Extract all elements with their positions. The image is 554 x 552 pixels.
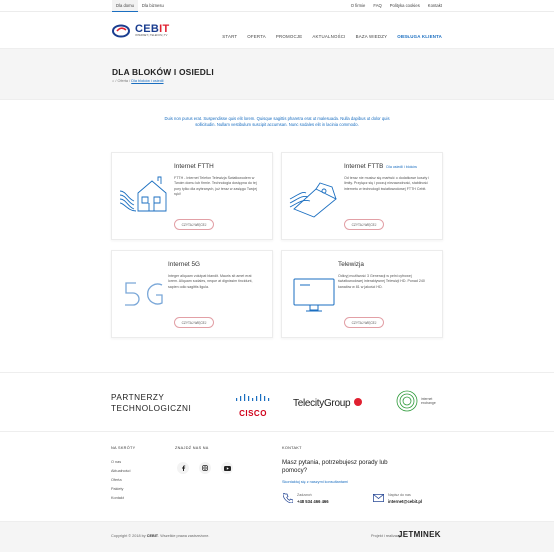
page-hero: DLA BLOKÓW I OSIEDLI ⌂ / Oferta / Dla bl… xyxy=(0,48,554,100)
intro-text: Duis non purus erat. Suspendisse quis el… xyxy=(164,116,390,127)
telecity-logo[interactable]: TelecityGroup xyxy=(293,398,362,409)
copy-suffix: . Wszelkie prawa zastrzeżone. xyxy=(158,534,210,538)
5g-icon xyxy=(125,282,163,306)
main-nav: START OFERTA PROMOCJE AKTUALNOŚCI BAZA W… xyxy=(222,34,442,39)
call-label: Zadzwoń xyxy=(297,493,312,497)
card-description: Odkryj możliwość 3 Generacji w pełni cyf… xyxy=(338,274,425,289)
read-more-button[interactable]: CZYTAJ WIĘCEJ xyxy=(344,317,384,328)
nav-oferta[interactable]: OFERTA xyxy=(247,34,266,39)
breadcrumb: ⌂ / Oferta / Dla bloków i osiedli xyxy=(112,79,164,83)
cisco-logo[interactable]: CISCO xyxy=(234,391,272,418)
link-o-firmie[interactable]: O firmie xyxy=(351,0,366,12)
offer-card-ftth: Internet FTTH FTTH - Internet Telefon Te… xyxy=(111,152,273,240)
breadcrumb-sep: / xyxy=(129,79,131,83)
nav-baza-wiedzy[interactable]: BAZA WIEDZY xyxy=(356,34,388,39)
offer-card-telewizja: Telewizja Odkryj możliwość 3 Generacji w… xyxy=(281,250,443,338)
instagram-icon xyxy=(202,465,208,471)
breadcrumb-current[interactable]: Dla bloków i osiedli xyxy=(131,79,163,83)
phone-number[interactable]: +48 534 466 466 xyxy=(297,499,329,504)
youtube-icon xyxy=(223,465,231,471)
footer-heading-contact: KONTAKT xyxy=(282,446,302,450)
breadcrumb-oferta[interactable]: Oferta xyxy=(117,79,128,83)
contact-question: Masz pytania, potrzebujesz porady lub po… xyxy=(282,459,388,474)
footer-heading-social: ZNAJDŹ NAS NA xyxy=(175,446,209,450)
nav-obsluga-klienta[interactable]: OBSŁUGA KLIENTA xyxy=(397,34,442,39)
partners-heading-line2: TECHNOLOGICZNI xyxy=(111,404,192,413)
card-title-text: Internet FTTH xyxy=(174,163,214,170)
card-subtitle: Dla osiedli i bloków xyxy=(386,165,417,169)
card-title: Internet FTTH xyxy=(174,163,214,170)
footer-link-pakiety[interactable]: Pakiety xyxy=(111,487,123,491)
offer-card-fttb: Internet FTTB Dla osiedli i bloków Od ter… xyxy=(281,152,443,240)
exchange-label: internet exchange xyxy=(421,397,436,405)
card-title: Internet 5G xyxy=(168,261,200,268)
card-description: Od teraz nie musisz się martwić o dodatk… xyxy=(344,176,430,191)
cisco-bars-icon xyxy=(236,394,270,401)
email-address[interactable]: internet@cebit.pl xyxy=(388,499,422,504)
link-kontakt[interactable]: Kontakt xyxy=(428,0,442,12)
exchange-globe-icon xyxy=(396,390,418,412)
top-bar: Dla domu Dla biznesu O firmie FAQ Polity… xyxy=(0,0,554,12)
segment-switch: Dla domu Dla biznesu xyxy=(112,0,168,12)
tab-dla-biznesu[interactable]: Dla biznesu xyxy=(138,0,168,12)
copyright-bar: Copyright © 2018 by CEBIT. Wszelkie praw… xyxy=(0,521,554,552)
footer-link-oferta[interactable]: Oferta xyxy=(111,478,122,482)
telecity-wordmark: TelecityGroup xyxy=(293,398,351,409)
instagram-button[interactable] xyxy=(199,462,211,474)
link-faq[interactable]: FAQ xyxy=(373,0,381,12)
header xyxy=(0,12,554,48)
footer-link-o-nas[interactable]: O nas xyxy=(111,460,121,464)
card-title-text: Internet FTTB xyxy=(344,163,384,170)
copy-prefix: Copyright © 2018 by xyxy=(111,534,146,538)
nav-promocje[interactable]: PROMOCJE xyxy=(276,34,302,39)
page-title: DLA BLOKÓW I OSIEDLI xyxy=(112,67,214,77)
house-fiber-icon xyxy=(119,176,167,212)
exchange-line2: exchange xyxy=(421,401,436,405)
link-polityka-cookies[interactable]: Polityka cookies xyxy=(390,0,420,12)
logo-wordmark: CEBIT xyxy=(135,24,170,35)
cisco-wordmark: CISCO xyxy=(239,409,267,418)
card-description: Integer aliquam volutpat blandit. Mauris… xyxy=(168,274,253,289)
footer xyxy=(0,431,554,521)
tab-dla-domu[interactable]: Dla domu xyxy=(112,0,138,12)
mail-label: Napisz do nas xyxy=(388,493,411,497)
nav-start[interactable]: START xyxy=(222,34,237,39)
copyright-text: Copyright © 2018 by CEBIT. Wszelkie praw… xyxy=(111,534,209,538)
footer-heading-shortcuts: NA SKRÓTY xyxy=(111,446,136,450)
read-more-button[interactable]: CZYTAJ WIĘCEJ xyxy=(174,317,214,328)
card-title-text: Telewizja xyxy=(338,261,364,268)
mail-icon xyxy=(373,494,384,502)
facebook-icon xyxy=(181,465,185,471)
card-title-text: Internet 5G xyxy=(168,261,200,268)
offer-card-5g: Internet 5G Integer aliquam volutpat bla… xyxy=(111,250,273,338)
read-more-button[interactable]: CZYTAJ WIĘCEJ xyxy=(174,219,214,230)
copy-brand: CEBIT xyxy=(146,534,159,538)
logo-icon xyxy=(112,24,130,38)
partners-heading-line1: PARTNERZY xyxy=(111,393,165,402)
logo-tagline: INTERNET | TELEFON | TV xyxy=(135,34,168,37)
partners-section xyxy=(0,372,554,430)
fiber-cable-icon xyxy=(289,182,337,218)
read-more-button[interactable]: CZYTAJ WIĘCEJ xyxy=(344,219,384,230)
agency-logo[interactable]: JETMINEK xyxy=(398,530,441,539)
card-title: Internet FTTB Dla osiedli i bloków xyxy=(344,163,417,170)
partners-heading: PARTNERZY TECHNOLOGICZNI xyxy=(111,392,191,414)
footer-link-kontakt[interactable]: Kontakt xyxy=(111,496,124,500)
internet-exchange-logo[interactable]: internet exchange xyxy=(396,390,436,412)
card-title: Telewizja xyxy=(338,261,364,268)
footer-link-aktualnosci[interactable]: Aktualności xyxy=(111,469,130,473)
phone-icon xyxy=(283,493,293,503)
tv-icon xyxy=(293,278,335,312)
card-description: FTTH - Internet Telefon Telewizja Światł… xyxy=(174,176,258,197)
home-icon[interactable]: ⌂ xyxy=(112,79,114,83)
utility-links: O firmie FAQ Polityka cookies Kontakt xyxy=(351,0,442,12)
youtube-button[interactable] xyxy=(221,462,233,474)
logo[interactable]: CEBIT INTERNET | TELEFON | TV xyxy=(112,24,170,38)
nav-aktualnosci[interactable]: AKTUALNOŚCI xyxy=(312,34,345,39)
facebook-button[interactable] xyxy=(177,462,189,474)
contact-consult-text: Skontaktuj się z naszymi konsultantami xyxy=(282,480,349,484)
telecity-star-icon xyxy=(353,398,362,406)
